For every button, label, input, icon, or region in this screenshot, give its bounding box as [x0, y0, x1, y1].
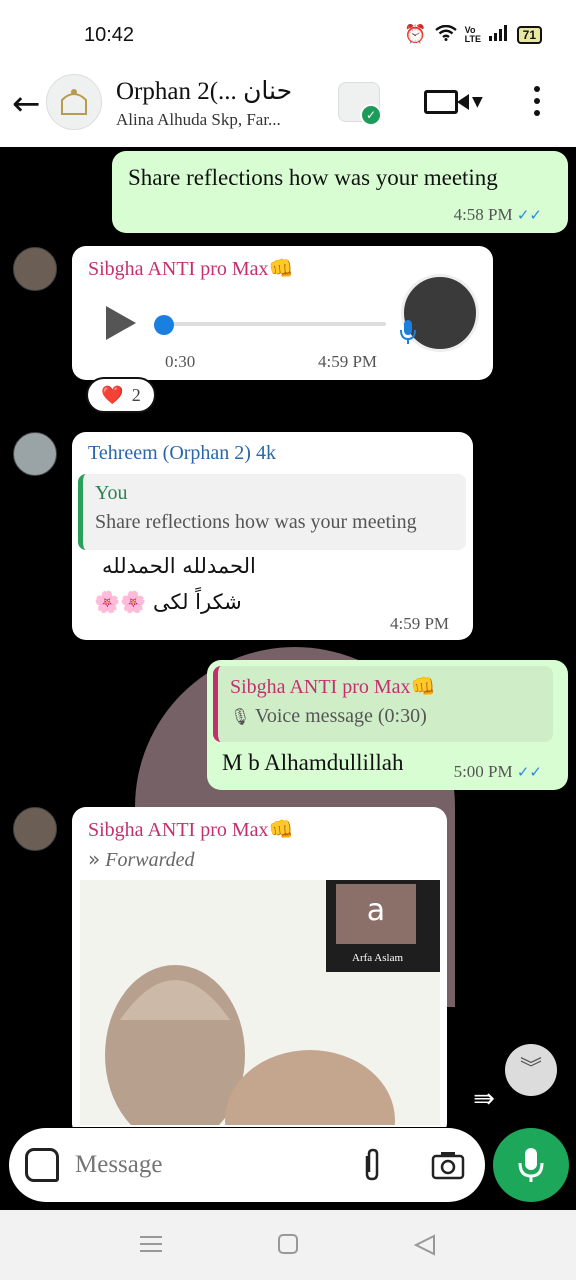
- quote-text: Share reflections how was your meeting: [95, 511, 417, 533]
- message-time: 4:59 PM: [390, 614, 450, 633]
- mic-icon: [518, 1148, 544, 1182]
- scroll-down-button[interactable]: ︾: [505, 1044, 557, 1096]
- voice-progress-knob[interactable]: [154, 315, 174, 335]
- message-time: 4:59 PM: [318, 352, 378, 371]
- forward-icon[interactable]: ⇛: [458, 1076, 510, 1122]
- forwarded-image[interactable]: a Arfa Aslam: [80, 880, 440, 1125]
- outgoing-message[interactable]: Share reflections how was your meeting 4…: [112, 151, 568, 233]
- clock: 10:42: [84, 24, 135, 46]
- sender-name[interactable]: Sibgha ANTI pro Max👊: [88, 817, 293, 842]
- sender-name[interactable]: Tehreem (Orphan 2) 4k: [88, 442, 276, 465]
- tile-name: Arfa Aslam: [352, 952, 404, 964]
- double-check-icon: ✓✓: [516, 206, 542, 224]
- double-check-icon: ✓✓: [516, 763, 542, 781]
- sticker-icon[interactable]: [25, 1148, 59, 1182]
- message-time: 5:00 PM ✓✓: [453, 762, 542, 781]
- signal-icon: [488, 25, 509, 44]
- sender-avatar[interactable]: [13, 247, 57, 291]
- tile-letter: a: [336, 884, 416, 944]
- status-icons: ⏰ Vo LTE 71: [404, 24, 542, 45]
- back-icon[interactable]: [413, 1234, 436, 1261]
- chat-header: ← Orphan 2(... حنان Alina Alhuda Skp, Fa…: [0, 70, 576, 147]
- mic-button[interactable]: [493, 1128, 569, 1202]
- alarm-icon: ⏰: [404, 24, 427, 45]
- group-members[interactable]: Alina Alhuda Skp, Far...: [116, 110, 281, 130]
- back-arrow-icon[interactable]: ←: [12, 87, 41, 121]
- system-nav-bar: [0, 1210, 576, 1280]
- play-icon[interactable]: [106, 306, 136, 340]
- chevron-down-icon[interactable]: ▼: [472, 94, 483, 110]
- incoming-message[interactable]: Tehreem (Orphan 2) 4k You Share reflecti…: [72, 432, 473, 640]
- chevron-double-down-icon: ︾: [519, 1057, 542, 1082]
- message-input[interactable]: [75, 1146, 335, 1184]
- quote-author: Sibgha ANTI pro Max👊: [230, 676, 436, 698]
- home-icon[interactable]: [278, 1234, 298, 1254]
- quoted-message[interactable]: You Share reflections how was your meeti…: [78, 474, 466, 550]
- chat-area[interactable]: Share reflections how was your meeting 4…: [0, 147, 576, 1127]
- quoted-message[interactable]: Sibgha ANTI pro Max👊 🎙 Voice message (0:…: [213, 666, 553, 742]
- video-tile: a Arfa Aslam: [326, 880, 440, 972]
- sender-avatar[interactable]: [13, 807, 57, 851]
- camera-icon[interactable]: [431, 1150, 465, 1185]
- reaction-badge[interactable]: ❤️ 2: [86, 377, 156, 413]
- voice-message[interactable]: Sibgha ANTI pro Max👊 0:30 4:59 PM: [72, 246, 493, 380]
- more-vertical-icon[interactable]: [534, 86, 540, 116]
- quote-author: You: [95, 482, 128, 504]
- battery-indicator: 71: [516, 25, 542, 44]
- sender-name[interactable]: Sibgha ANTI pro Max👊: [88, 256, 293, 281]
- video-call-icon[interactable]: [424, 90, 458, 114]
- recents-icon[interactable]: [140, 1234, 162, 1259]
- voice-duration: 0:30: [165, 352, 196, 371]
- message-composer: [9, 1128, 485, 1202]
- paperclip-icon[interactable]: [360, 1148, 384, 1187]
- message-text: الحمدلله الحمدلله: [102, 554, 256, 578]
- wifi-icon: [434, 24, 457, 44]
- message-text: شکراً لکی 🌸🌸: [94, 590, 242, 614]
- check-badge-icon: ✓: [360, 104, 382, 126]
- sender-avatar[interactable]: [13, 432, 57, 476]
- voice-progress-track[interactable]: [164, 322, 386, 326]
- network-label: Vo LTE: [464, 24, 481, 44]
- group-title[interactable]: Orphan 2(... حنان: [116, 76, 292, 106]
- outgoing-message[interactable]: Sibgha ANTI pro Max👊 🎙 Voice message (0:…: [207, 660, 568, 790]
- reaction-count: 2: [131, 384, 141, 405]
- mic-icon: 🎙: [230, 707, 251, 726]
- mic-icon: [398, 318, 418, 351]
- heart-icon: ❤️: [101, 384, 124, 406]
- forwarded-label: » Forwarded: [88, 847, 195, 871]
- message-text: Share reflections how was your meeting: [128, 165, 498, 190]
- message-text: M b Alhamdullillah: [222, 750, 404, 775]
- status-bar: 10:42 ⏰ Vo LTE 71: [0, 0, 576, 70]
- forward-arrow-icon: »: [88, 847, 101, 871]
- group-avatar[interactable]: [46, 74, 102, 130]
- quote-text: 🎙 Voice message (0:30): [230, 705, 427, 727]
- message-time: 4:58 PM ✓✓: [453, 205, 542, 224]
